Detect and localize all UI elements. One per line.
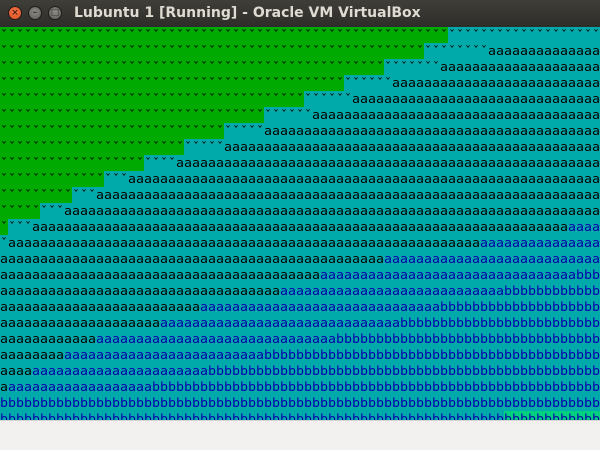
screen-text-run: aaaaaaaaaaaaaaaaaaaaaaaaaaaaaaaaaaaaaaaa… [264, 124, 600, 138]
screen-text-run: aaaaaaaaaaaaaaaaaaaaaaaaaaaaaaaaaaaaaaaa… [128, 172, 600, 186]
screen-text-run: ˇˇˇˇˇˇˇˇˇˇˇˇˇˇˇˇˇˇˇˇˇˇˇˇˇˇˇˇ [0, 140, 224, 154]
screen-text-run: ˇˇˇˇˇˇˇˇˇˇˇˇˇˇˇˇˇˇˇˇˇˇˇˇˇˇˇˇˇˇˇˇˇ [0, 124, 264, 138]
screen-text-run: aaaaaaaaaaaaaaaaaaaaaaaaaaaaaaa [352, 92, 600, 106]
screen-text-run: a [0, 380, 8, 394]
vm-display[interactable]: ˇˇˇˇˇˇˇˇˇˇˇˇˇˇˇˇˇˇˇˇˇˇˇˇˇˇˇˇˇˇˇˇˇˇˇˇˇˇˇˇ… [0, 27, 600, 420]
screen-text-run: bbbbbbbbbbbbbbbbbbbbbbbbbbbbbbbbbbbbbbbb… [208, 364, 600, 378]
screen-text-run: aaaaaaaaaaaaaaaaaaaaaaaaaaaaaaaaaaaa [312, 108, 600, 122]
screen-text-run: aaaaaaaaaaaaaaaaaaaaaaaaaaaaaaaaaaaaaaaa… [224, 140, 600, 154]
screen-text-run: bbbbbbbbbbbbbbbbbbbbbbbbbbbbbbbbbbbbbbbb… [0, 396, 600, 410]
close-window-button[interactable]: × [8, 6, 22, 20]
screen-text-run: ˇˇˇˇ [0, 220, 32, 234]
screen-text-run: ˇˇˇˇˇˇˇˇˇˇˇˇˇˇˇˇˇˇˇˇˇˇˇˇˇˇˇˇˇˇˇˇˇˇˇˇˇˇˇˇ… [0, 60, 440, 74]
screen-text-run: bbbbbbbbbbbb [504, 284, 600, 298]
screen-text-run: aaaaaaaaaaaaaaaaaaaaaaaaaaaaaaaa [320, 268, 576, 282]
screen-text-run: ˇˇˇˇˇˇˇˇˇˇˇˇˇˇˇˇˇˇˇˇˇˇˇˇˇˇˇˇˇˇˇˇˇˇˇˇˇˇˇˇ… [0, 44, 488, 58]
screen-text-run: bbbbbbbbbbbbbbbbbbbbbbbbb [400, 316, 600, 330]
screen-text-run: bbbbbbbbbbbbbbbbbbbb [440, 300, 600, 314]
screen-text-run: ˇˇˇˇˇˇˇˇˇˇˇˇˇˇˇˇˇˇˇˇˇˇˇˇˇˇˇˇˇˇˇˇˇˇˇˇˇˇˇˇ… [0, 92, 352, 106]
maximize-window-button[interactable]: □ [48, 6, 62, 20]
screen-text-run: aaaaaaaaaaaaaaaaaaaaaaaaaaaaaaaaaaaaaaaa… [0, 252, 384, 266]
minimize-window-button[interactable]: – [28, 6, 42, 20]
screen-text-run: aaaaaaaaaaaaaaaaaaaa [440, 60, 600, 74]
screen-text-run: ˇˇˇˇˇˇˇˇˇˇˇˇˇˇˇˇˇˇˇˇˇˇˇˇˇˇˇˇˇˇˇˇˇˇˇˇˇˇˇˇ… [0, 28, 600, 42]
screen-text-run: bbb [576, 268, 600, 282]
screen-text-run: aaaaaaaaaaaaaaaaaaaaaaaaaaaaaaaaaaaaaaaa… [64, 204, 600, 218]
screen-text-run: aaaaaaaaaaaaaaaaaaaaaaaaaaaaaaaaaaaaaaaa… [8, 236, 480, 250]
screen-text-run: aaaaaaaaaaaaaaaaaaaaaaaaaaaaaaaaaaaaaaaa… [96, 188, 600, 202]
screen-text-run: ˇˇˇˇˇˇˇˇˇˇˇˇˇˇˇˇˇˇˇˇˇˇ [0, 156, 176, 170]
screen-text-run: aaaaaaaaaaaa [0, 332, 96, 346]
screen-text-run: bbbbbbbbbbbbbbbbbbbbbbbbbbbbbbbbbbbbbbbb… [0, 412, 600, 420]
screen-text-run: ˇˇˇˇˇˇˇˇˇˇˇˇˇˇˇˇ [0, 172, 128, 186]
screen-text-run: aaaaaaaaaaaaaaaaaa [8, 380, 152, 394]
screen-text-run: aaaa [568, 220, 600, 234]
screen-text-run: aaaaaaaaaaaaaaaaaaaaaaaaa [0, 300, 200, 314]
maximize-icon: □ [50, 8, 60, 18]
screen-text-run: aaaaaaaaaaaaaaaaaaaaaa [32, 364, 208, 378]
screen-text-run: aaaaaaaaaaaaaaaaaaaaaaaaa [64, 348, 264, 362]
screen-text-run: aaaaaaaaaaaaaaa [480, 236, 600, 250]
status-bar [0, 420, 600, 450]
screen-text-run: aaaaaaaaaaaaaaaaaaaaaaaaaaaaaa [200, 300, 440, 314]
screen-text-run: aaaaaaaaaaaaaaaaaaaaaaaaaa [392, 76, 600, 90]
screen-text-run: ˇˇˇˇˇˇˇˇˇˇˇˇˇˇˇˇˇˇˇˇˇˇˇˇˇˇˇˇˇˇˇˇˇˇˇˇˇˇˇˇ… [0, 76, 392, 90]
vm-text-screen: ˇˇˇˇˇˇˇˇˇˇˇˇˇˇˇˇˇˇˇˇˇˇˇˇˇˇˇˇˇˇˇˇˇˇˇˇˇˇˇˇ… [0, 27, 600, 420]
minimize-icon: – [32, 8, 38, 18]
screen-text-run: aaaaaaaaaaaaaaaaaaaaaaaaaaaaaaaaaaaaaaaa… [32, 220, 568, 234]
screen-text-run: ˇˇˇˇˇˇˇˇˇˇˇˇ [0, 188, 96, 202]
close-icon: × [11, 8, 19, 18]
screen-text-run: aaaaaaaaaaaaaaaaaaaaaaaaaaaaaaaaaaaaaaaa [0, 268, 320, 282]
screen-text-run: ˇˇˇˇˇˇˇˇ [0, 204, 64, 218]
screen-text-run: bbbbbbbbbbbbbbbbbbbbbbbbbbbbbbbbbbbbbbbb… [264, 348, 600, 362]
screen-text-run: aaaaaaaa [0, 348, 64, 362]
screen-text-run: aaaaaaaaaaaaaa [488, 44, 600, 58]
screen-text-run: bbbbbbbbbbbbbbbbbbbbbbbbbbbbbbbbbbbbbbbb… [152, 380, 600, 394]
screen-text-run: aaaaaaaaaaaaaaaaaaaaaaaaaaaaaa [96, 332, 336, 346]
screen-text-run: aaaaaaaaaaaaaaaaaaaaaaaaaaaaaaaaaaaaaaaa… [176, 156, 600, 170]
screen-text-run: aaaaaaaaaaaaaaaaaaaaaaaaaaaaaa [160, 316, 400, 330]
screen-text-run: aaaa [0, 364, 32, 378]
screen-text-run: aaaaaaaaaaaaaaaaaaaaaaaaaaaa [280, 284, 504, 298]
screen-text-run: ˇˇˇˇˇˇˇˇˇˇˇˇˇˇˇˇˇˇˇˇˇˇˇˇˇˇˇˇˇˇˇˇˇˇˇˇˇˇˇ [0, 108, 312, 122]
screen-text-run: aaaaaaaaaaaaaaaaaaaaaaaaaaaaaaaaaaa [0, 284, 280, 298]
screen-text-run: bbbbbbbbbbbbbbbbbbbbbbbbbbbbbbbbb [336, 332, 600, 346]
screen-text-run: ˇ [0, 236, 8, 250]
window-titlebar[interactable]: × – □ Lubuntu 1 [Running] - Oracle VM Vi… [0, 0, 600, 27]
screen-text-run: aaaaaaaaaaaaaaaaaaaa [0, 316, 160, 330]
screen-text-run: aaaaaaaaaaaaaaaaaaaaaaaaaaa [384, 252, 600, 266]
window-title: Lubuntu 1 [Running] - Oracle VM VirtualB… [74, 5, 421, 21]
